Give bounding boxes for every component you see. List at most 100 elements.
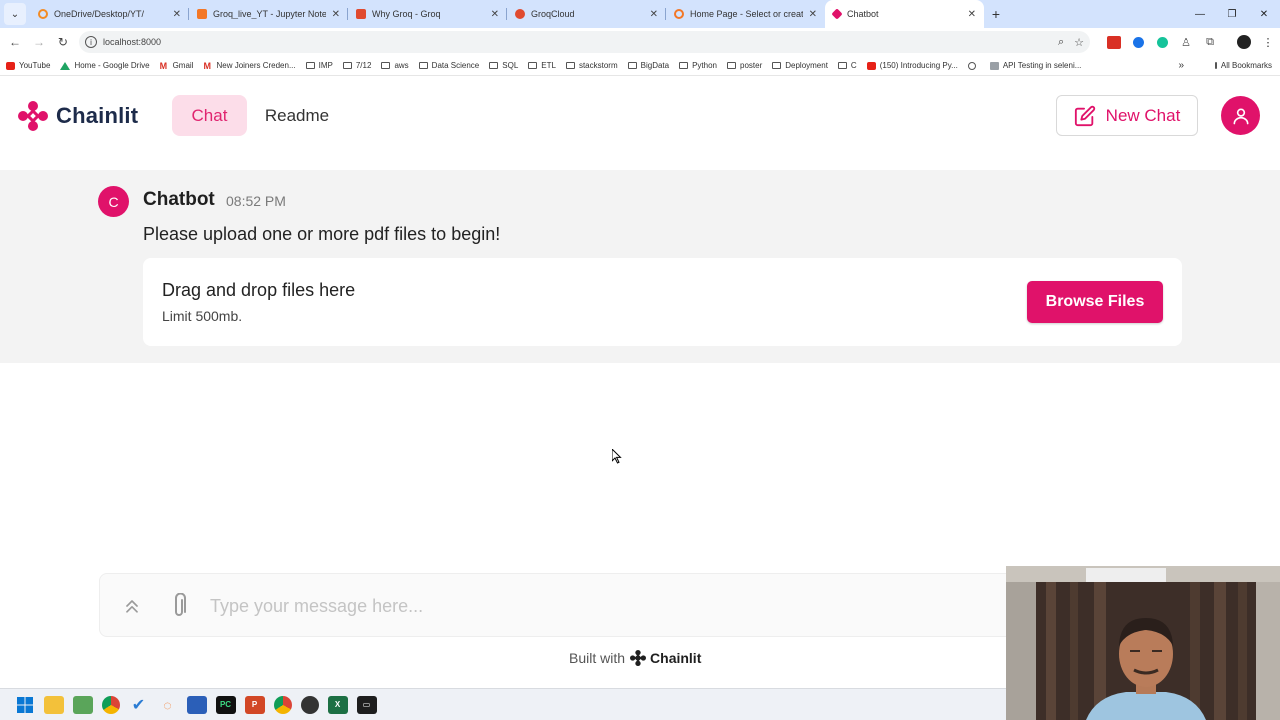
site-info-icon[interactable]: i bbox=[84, 36, 97, 48]
nav-chat-tab[interactable]: Chat bbox=[172, 95, 247, 136]
bookmark-star-icon[interactable]: ☆ bbox=[1074, 36, 1084, 49]
browser-tab-active[interactable]: Chatbot ✕ bbox=[825, 0, 984, 28]
bookmark-folder[interactable]: IMP bbox=[305, 61, 333, 70]
bookmark-item[interactable]: Home - Google Drive bbox=[60, 61, 150, 70]
bookmark-label: poster bbox=[740, 61, 763, 70]
bookmark-item[interactable]: M New Joiners Creden... bbox=[203, 61, 295, 70]
chainlit-logo[interactable]: Chainlit bbox=[18, 101, 138, 131]
zoom-icon[interactable]: ⌕ bbox=[1058, 36, 1064, 49]
bookmark-folder[interactable]: Python bbox=[679, 61, 717, 70]
app-icon[interactable] bbox=[186, 695, 207, 714]
bookmark-folder[interactable]: SQL bbox=[489, 61, 518, 70]
brand-name: Chainlit bbox=[56, 103, 139, 128]
user-icon bbox=[1233, 108, 1248, 124]
bookmark-label: Deployment bbox=[785, 61, 828, 70]
pycharm-icon[interactable]: PC bbox=[215, 695, 236, 714]
bookmark-item[interactable]: YouTube bbox=[6, 61, 50, 70]
notepad-icon[interactable] bbox=[72, 695, 93, 714]
tab-favicon bbox=[674, 9, 684, 19]
extensions-puzzle-icon[interactable]: ⧉ bbox=[1198, 30, 1222, 54]
windows-start-icon[interactable] bbox=[15, 696, 35, 714]
reload-icon[interactable]: ↻ bbox=[51, 30, 75, 54]
bookmark-item[interactable]: M Gmail bbox=[160, 61, 194, 70]
folder-icon bbox=[727, 62, 736, 69]
tab-label: Why Groq - Groq bbox=[372, 9, 441, 19]
drive-icon bbox=[60, 61, 71, 70]
youtube-icon bbox=[6, 61, 15, 70]
back-icon[interactable]: ← bbox=[3, 30, 27, 54]
chevrons-up-icon[interactable] bbox=[122, 596, 142, 616]
tab-search-menu-icon[interactable]: ⌄ bbox=[4, 3, 26, 25]
bookmark-folder[interactable]: C bbox=[837, 61, 857, 70]
folder-icon bbox=[489, 62, 499, 69]
new-tab-button[interactable]: + bbox=[984, 0, 1008, 28]
tab-close-icon[interactable]: ✕ bbox=[491, 9, 499, 20]
tab-close-icon[interactable]: ✕ bbox=[173, 9, 181, 20]
chrome-profile-icon[interactable] bbox=[300, 695, 319, 714]
bookmark-folder[interactable]: ETL bbox=[528, 61, 556, 70]
chrome-icon[interactable] bbox=[101, 695, 120, 714]
all-bookmarks-button[interactable]: All Bookmarks bbox=[1214, 61, 1272, 70]
built-with-footer[interactable]: Built with Chainlit bbox=[569, 650, 701, 666]
nav-readme-tab[interactable]: Readme bbox=[255, 95, 339, 136]
file-dropzone[interactable]: Drag and drop files here Limit 500mb. Br… bbox=[143, 258, 1182, 346]
folder-icon bbox=[679, 62, 689, 69]
browser-tab[interactable]: Home Page - Select or create a notebook … bbox=[666, 0, 825, 28]
webcam-overlay bbox=[1006, 566, 1280, 720]
browser-tab[interactable]: Groq_live_YT - Jupyter Notebook ✕ bbox=[189, 0, 348, 28]
extension-icon[interactable] bbox=[1126, 30, 1150, 54]
file-explorer-icon[interactable] bbox=[43, 695, 64, 714]
forward-icon[interactable]: → bbox=[27, 30, 51, 54]
profile-icon[interactable] bbox=[1232, 30, 1256, 54]
jupyter-icon[interactable]: ◌ bbox=[158, 696, 178, 714]
chrome-icon[interactable] bbox=[273, 695, 292, 714]
tab-favicon bbox=[197, 9, 207, 19]
browse-files-button[interactable]: Browse Files bbox=[1027, 281, 1163, 323]
message-timestamp: 08:52 PM bbox=[226, 193, 286, 209]
new-chat-button[interactable]: New Chat bbox=[1056, 95, 1198, 136]
user-menu-button[interactable] bbox=[1221, 96, 1260, 135]
calendar-extension-icon[interactable] bbox=[1102, 30, 1126, 54]
edit-icon bbox=[1074, 105, 1095, 126]
folder-icon bbox=[565, 62, 575, 69]
windows-taskbar: ✔ ◌ PC P X ▭ bbox=[0, 688, 1006, 720]
bookmark-item[interactable]: API Testing in seleni... bbox=[989, 61, 1081, 70]
history-icon bbox=[967, 61, 976, 70]
bookmark-item[interactable] bbox=[967, 61, 980, 70]
restore-icon[interactable]: ❐ bbox=[1216, 0, 1248, 28]
bookmark-label: Home - Google Drive bbox=[74, 61, 150, 70]
powerpoint-icon[interactable]: P bbox=[244, 695, 265, 714]
tab-close-icon[interactable]: ✕ bbox=[332, 9, 340, 20]
todo-icon[interactable]: ✔ bbox=[129, 696, 149, 714]
window-close-icon[interactable]: ✕ bbox=[1248, 0, 1280, 28]
gmail-icon: M bbox=[203, 60, 211, 71]
terminal-icon[interactable]: ▭ bbox=[356, 695, 377, 714]
minimize-icon[interactable]: — bbox=[1184, 0, 1216, 28]
tab-close-icon[interactable]: ✕ bbox=[809, 9, 817, 20]
excel-icon[interactable]: X bbox=[327, 695, 348, 714]
bookmark-folder[interactable]: aws bbox=[381, 61, 409, 70]
browser-tab[interactable]: Why Groq - Groq ✕ bbox=[348, 0, 507, 28]
bookmark-folder[interactable]: Data Science bbox=[418, 61, 479, 70]
browser-menu-icon[interactable]: ⋮ bbox=[1256, 30, 1280, 54]
attach-file-icon[interactable] bbox=[172, 593, 186, 619]
browser-tab[interactable]: OneDrive/Desktop/YT/ ✕ bbox=[30, 0, 189, 28]
grammarly-icon[interactable] bbox=[1150, 30, 1174, 54]
footer-brand: Chainlit bbox=[650, 650, 702, 666]
address-bar[interactable]: i localhost:8000 ⌕ ☆ bbox=[78, 31, 1091, 53]
bookmarks-overflow-icon[interactable]: » bbox=[1178, 60, 1184, 71]
address-url[interactable]: localhost:8000 bbox=[103, 37, 1048, 47]
browser-toolbar: ← → ↻ i localhost:8000 ⌕ ☆ ♙ ⧉ ⋮ bbox=[0, 28, 1280, 56]
tab-close-icon[interactable]: ✕ bbox=[968, 9, 976, 20]
bookmark-folder[interactable]: poster bbox=[727, 61, 762, 70]
tab-close-icon[interactable]: ✕ bbox=[650, 9, 658, 20]
browser-tab[interactable]: GroqCloud ✕ bbox=[507, 0, 666, 28]
bookmark-folder[interactable]: stackstorm bbox=[565, 61, 618, 70]
bookmark-folder[interactable]: Deployment bbox=[772, 61, 828, 70]
extension-icon[interactable]: ♙ bbox=[1174, 30, 1198, 54]
bookmark-folder[interactable]: BigData bbox=[627, 61, 669, 70]
message-input[interactable] bbox=[210, 594, 1000, 618]
folder-icon bbox=[772, 62, 782, 69]
bookmark-item[interactable]: (150) Introducing Py... bbox=[866, 61, 958, 70]
bookmark-folder[interactable]: 7/12 bbox=[342, 61, 371, 70]
